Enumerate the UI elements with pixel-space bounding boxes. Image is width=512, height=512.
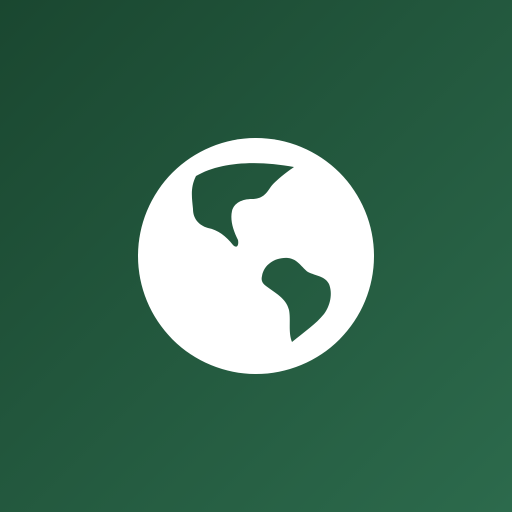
globe-body [138,138,374,374]
globe-icon [138,138,374,374]
app-icon-background [0,0,512,512]
